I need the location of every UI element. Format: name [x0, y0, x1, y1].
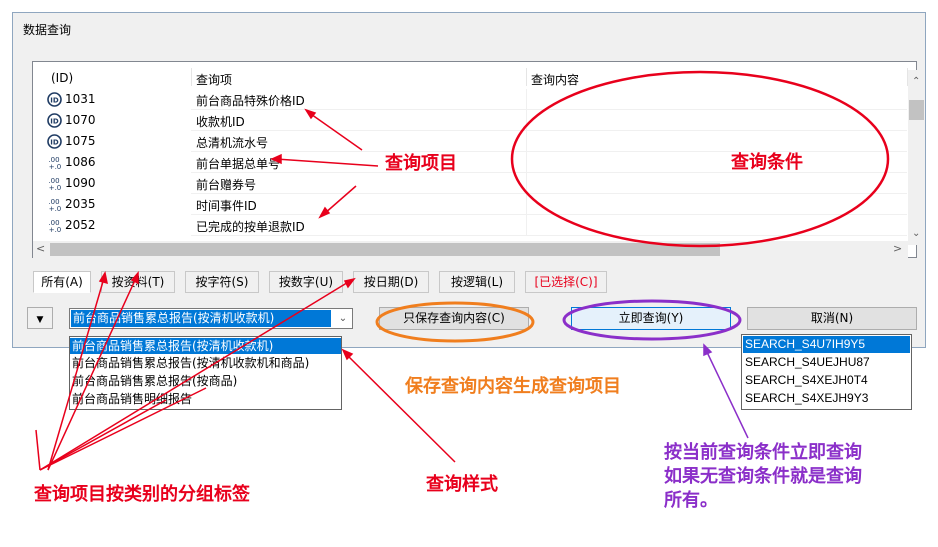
arrow-head	[98, 271, 108, 285]
arrow-head	[343, 277, 356, 289]
annotation-query-now: 按当前查询条件立即查询 如果无查询条件就是查询 所有。	[664, 442, 862, 511]
purple-arrow-head	[703, 343, 713, 357]
arrow-line	[39, 280, 351, 471]
conditions-ellipse	[510, 70, 890, 248]
arrow-head	[318, 206, 331, 219]
arrow-line	[275, 158, 379, 167]
arrow-line	[307, 111, 363, 151]
annotation-query-items: 查询项目	[385, 153, 457, 174]
query-ellipse	[562, 299, 742, 341]
arrow-line	[47, 277, 105, 471]
annotation-group-tabs: 查询项目按类别的分组标签	[34, 484, 250, 505]
annotation-query-conditions: 查询条件	[731, 152, 803, 173]
annotation-save-note: 保存查询内容生成查询项目	[405, 376, 621, 397]
purple-arrow-line	[705, 349, 749, 439]
save-ellipse	[375, 301, 535, 343]
arrow-line	[345, 353, 456, 463]
arrow-line	[35, 429, 41, 471]
arrow-head	[130, 270, 139, 285]
arrow-head	[270, 153, 282, 165]
arrow-line	[323, 185, 357, 215]
arrow-line	[39, 387, 207, 471]
annotation-query-style: 查询样式	[426, 474, 498, 495]
